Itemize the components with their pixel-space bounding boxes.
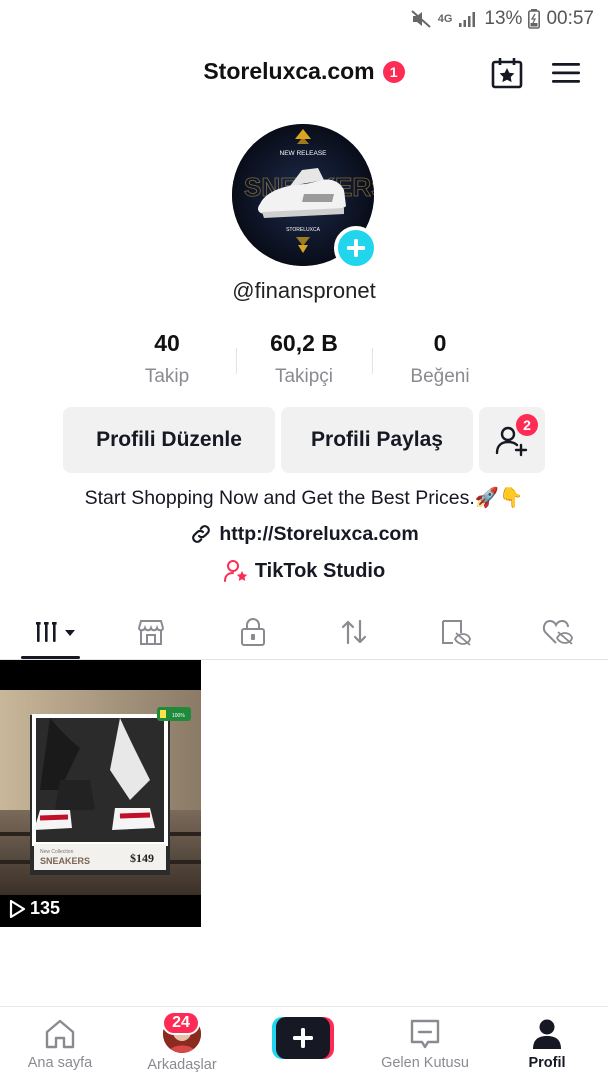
network-label: 4G <box>437 13 453 25</box>
likes-stat[interactable]: 0 Beğeni <box>375 330 505 388</box>
view-count-value: 135 <box>30 898 61 918</box>
signal-icon <box>459 12 476 27</box>
create-button[interactable] <box>272 1017 334 1059</box>
followers-label: Takipçi <box>274 366 334 387</box>
nav-home-label: Ana sayfa <box>27 1055 93 1071</box>
edit-profile-button[interactable]: Profili Düzenle <box>63 407 275 473</box>
battery-percent: 13% <box>484 8 523 29</box>
tab-liked[interactable] <box>507 604 607 660</box>
followers-stat[interactable]: 60,2 B Takipçi <box>239 330 369 388</box>
link-text: http://Storeluxca.com <box>219 522 419 545</box>
nav-home[interactable]: Ana sayfa <box>10 1007 110 1080</box>
status-bar: 4G 13% 00:57 <box>0 0 608 38</box>
card-title: SNEAKERS <box>40 856 90 866</box>
top-bar: Storeluxca.com 1 <box>0 52 608 96</box>
tab-tagged[interactable] <box>405 604 505 660</box>
avatar[interactable]: SNEAKERS NEW RELEASE STORELUXCA <box>232 124 378 270</box>
clock: 00:57 <box>546 8 594 29</box>
plus-icon <box>347 239 365 257</box>
inbox-icon <box>410 1019 440 1049</box>
view-count: 135 <box>8 898 60 919</box>
card-price: $149 <box>130 851 154 865</box>
link-icon <box>192 525 211 543</box>
profile-tabs <box>0 604 608 660</box>
notification-badge: 1 <box>382 60 405 83</box>
studio-text: TikTok Studio <box>254 559 386 582</box>
following-stat[interactable]: 40 Takip <box>102 330 232 388</box>
nav-profile-label: Profil <box>528 1055 566 1071</box>
liked-hidden-icon <box>542 619 573 645</box>
bottom-navigation: Ana sayfa 24 Arkadaşlar Gelen Kutusu Pro… <box>0 1006 608 1080</box>
share-profile-button[interactable]: Profili Paylaş <box>281 407 473 473</box>
tab-shop[interactable] <box>101 604 201 660</box>
active-tab-indicator <box>21 656 80 659</box>
avatar-caption: NEW RELEASE <box>280 150 328 157</box>
friends-badge: 2 <box>516 414 538 436</box>
mute-icon <box>411 10 431 28</box>
shop-icon <box>138 620 164 645</box>
add-friends-button[interactable]: 2 <box>479 407 545 473</box>
calendar-star-icon[interactable] <box>490 56 524 90</box>
profile-icon <box>533 1019 561 1049</box>
tiktok-studio-link[interactable]: TikTok Studio <box>0 559 608 583</box>
likes-count: 0 <box>433 330 447 356</box>
likes-label: Beğeni <box>410 366 470 387</box>
followers-count: 60,2 B <box>270 330 338 356</box>
profile-bio: Start Shopping Now and Get the Best Pric… <box>84 487 524 509</box>
divider <box>236 348 237 374</box>
repost-icon <box>341 619 367 645</box>
nav-inbox[interactable]: Gelen Kutusu <box>375 1007 475 1080</box>
nav-profile[interactable]: Profil <box>497 1007 597 1080</box>
home-icon <box>45 1019 75 1049</box>
add-photo-button[interactable] <box>334 226 378 270</box>
hamburger-menu-icon[interactable] <box>550 58 582 88</box>
following-label: Takip <box>144 366 190 387</box>
lock-icon <box>241 618 265 646</box>
nav-friends-label: Arkadaşlar <box>147 1057 217 1073</box>
studio-user-star-icon <box>223 560 248 582</box>
card-subtitle: New Collection <box>40 849 74 855</box>
username: @finanspronet <box>232 278 376 303</box>
friends-notification-badge: 24 <box>162 1011 200 1035</box>
profile-stats: 40 Takip 60,2 B Takipçi 0 Beğeni <box>0 330 608 390</box>
battery-icon <box>528 9 541 29</box>
hidden-tag-icon <box>442 620 471 646</box>
divider <box>372 348 373 374</box>
video-thumbnail[interactable]: New Collection SNEAKERS $149 100% 135 <box>0 660 201 927</box>
profile-link[interactable]: http://Storeluxca.com <box>0 522 608 546</box>
card-tag: 100% <box>172 713 185 719</box>
nav-inbox-label: Gelen Kutusu <box>381 1055 469 1071</box>
page-title: Storeluxca.com <box>203 58 375 84</box>
nav-create[interactable] <box>253 1007 353 1080</box>
nav-friends[interactable]: 24 Arkadaşlar <box>132 1007 232 1080</box>
tab-reposts[interactable] <box>304 604 404 660</box>
tab-videos[interactable] <box>6 604 106 660</box>
tab-private[interactable] <box>203 604 303 660</box>
profile-actions: Profili Düzenle Profili Paylaş 2 <box>0 407 608 473</box>
play-icon <box>9 899 26 918</box>
videos-grid-icon <box>36 622 75 642</box>
avatar-brand: STORELUXCA <box>286 227 320 233</box>
following-count: 40 <box>154 330 180 356</box>
